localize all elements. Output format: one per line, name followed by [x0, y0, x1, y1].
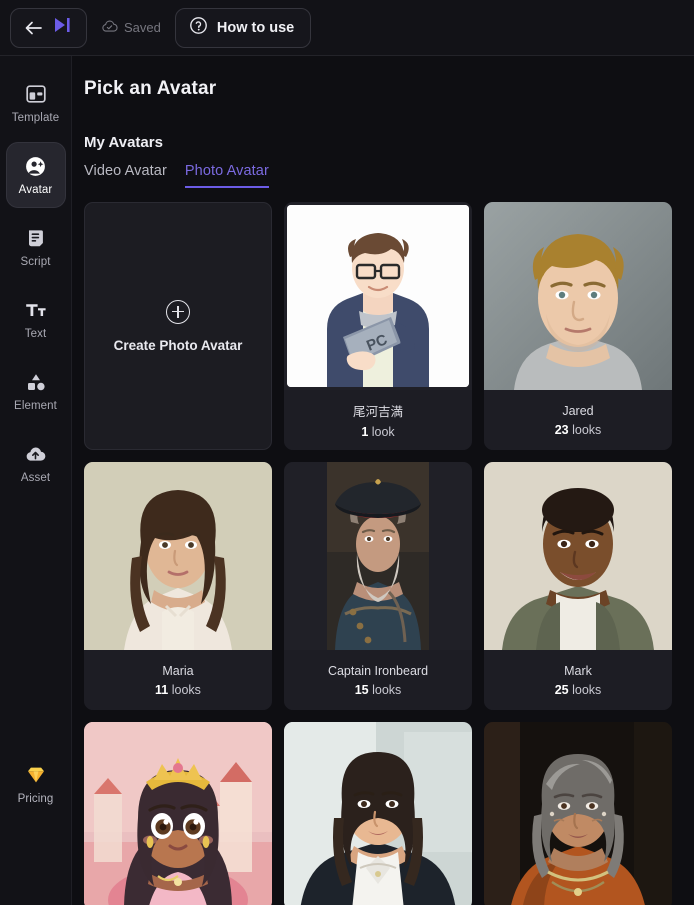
avatar-sparkle-icon — [24, 154, 48, 178]
avatar-meta: 尾河吉満 1 look — [284, 390, 472, 450]
sidebar-item-element[interactable]: Element — [6, 358, 66, 424]
avatar-card[interactable]: Mark 25 looks — [484, 462, 672, 710]
plus-circle-icon — [166, 299, 190, 324]
script-document-icon — [24, 226, 48, 250]
avatar-thumbnail — [484, 722, 672, 905]
avatar-name: 尾河吉満 — [352, 405, 403, 419]
how-to-use-button[interactable]: How to use — [174, 7, 312, 48]
avatar-thumbnail — [84, 722, 272, 905]
sidebar-item-script[interactable]: Script — [6, 214, 66, 280]
saved-label: Saved — [124, 20, 161, 35]
avatar-thumbnail — [484, 462, 672, 650]
avatar-card[interactable] — [484, 722, 672, 905]
avatar-thumbnail — [84, 462, 272, 650]
sidebar-item-label: Script — [20, 256, 51, 268]
avatar-name: Maria — [162, 663, 194, 678]
section-title: My Avatars — [84, 134, 163, 151]
tab-video-avatar[interactable]: Video Avatar — [84, 163, 167, 188]
left-sidebar: Template Avatar Script Text Element Asse… — [0, 56, 72, 905]
sidebar-item-text[interactable]: Text — [6, 286, 66, 352]
avatar-meta: Maria 11 looks — [84, 650, 272, 710]
sidebar-item-avatar[interactable]: Avatar — [5, 142, 66, 208]
avatar-looks: 11 looks — [155, 682, 201, 697]
avatar-looks: 23 looks — [554, 422, 602, 437]
layout-template-icon — [24, 82, 48, 106]
sidebar-item-template[interactable]: Template — [6, 70, 66, 136]
sidebar-item-label: Text — [24, 328, 47, 340]
avatar-card[interactable] — [284, 722, 472, 905]
avatar-looks: 1 look — [361, 425, 395, 439]
cloud-check-icon — [101, 19, 118, 36]
sidebar-item-label: Avatar — [18, 184, 53, 196]
sidebar-item-asset[interactable]: Asset — [6, 430, 66, 496]
sidebar-item-label: Asset — [20, 472, 51, 484]
avatar-meta: Jared 23 looks — [484, 390, 672, 450]
sidebar-item-pricing[interactable]: Pricing — [6, 751, 66, 817]
sidebar-item-label: Template — [11, 112, 60, 124]
cloud-upload-icon — [24, 442, 48, 466]
avatar-thumbnail — [284, 722, 472, 905]
how-to-use-label: How to use — [216, 19, 295, 36]
main-content: Pick an Avatar My Avatars Video Avatar P… — [72, 56, 694, 905]
sidebar-item-label: Element — [14, 400, 57, 412]
avatar-thumbnail — [484, 202, 672, 390]
avatar-grid: Create Photo Avatar PC 尾河吉満 1 look Jared… — [72, 202, 694, 905]
diamond-gem-icon — [24, 763, 48, 787]
text-type-icon — [24, 298, 48, 322]
avatar-card[interactable]: Jared 23 looks — [484, 202, 672, 450]
tab-photo-avatar[interactable]: Photo Avatar — [184, 163, 269, 188]
back-and-logo-pill[interactable] — [10, 7, 87, 48]
body-row: Template Avatar Script Text Element Asse… — [0, 56, 694, 905]
arrow-left-icon[interactable] — [25, 21, 42, 35]
avatar-name: Captain Ironbeard — [327, 663, 429, 678]
avatar-looks: 15 looks — [354, 682, 402, 697]
top-bar: Saved How to use — [0, 0, 694, 56]
sidebar-item-label: Pricing — [17, 793, 54, 805]
avatar-card[interactable]: Captain Ironbeard 15 looks — [284, 462, 472, 710]
saved-status: Saved — [97, 19, 165, 36]
avatar-meta: Captain Ironbeard 15 looks — [284, 650, 472, 710]
avatar-type-tabs: Video Avatar Photo Avatar — [72, 163, 694, 188]
avatar-thumbnail — [284, 462, 472, 650]
avatar-card[interactable] — [84, 722, 272, 905]
avatar-looks: 25 looks — [554, 682, 602, 697]
page-title: Pick an Avatar — [84, 78, 217, 99]
avatar-name: Jared — [562, 403, 594, 418]
question-circle-icon — [189, 16, 208, 39]
avatar-meta: Mark 25 looks — [484, 650, 672, 710]
avatar-card[interactable]: PC 尾河吉満 1 look — [284, 202, 472, 450]
avatar-thumbnail: PC — [284, 202, 472, 390]
create-photo-avatar-card[interactable]: Create Photo Avatar — [84, 202, 272, 450]
avatar-name: Mark — [564, 663, 592, 678]
create-photo-avatar-label: Create Photo Avatar — [113, 337, 243, 353]
shapes-element-icon — [24, 370, 48, 394]
avatar-card[interactable]: Maria 11 looks — [84, 462, 272, 710]
avatar-picker-app: Saved How to use Template Avatar Script … — [0, 0, 694, 905]
skip-forward-logo-icon[interactable] — [53, 16, 72, 39]
